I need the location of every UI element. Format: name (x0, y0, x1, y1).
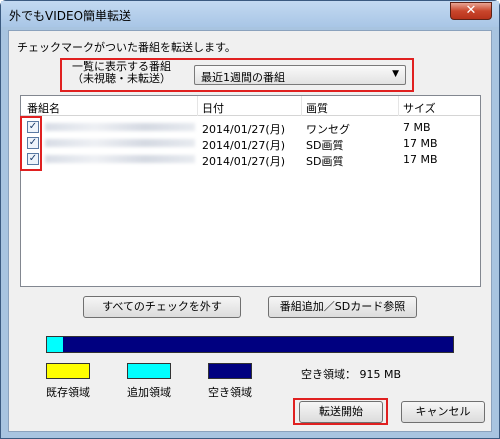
filter-select[interactable]: 最近1週間の番組 ▼ (194, 65, 406, 85)
instruction-text: チェックマークがついた番組を転送します。 (17, 41, 236, 54)
chevron-down-icon: ▼ (392, 69, 399, 79)
row-size: 7 MB (403, 121, 431, 134)
blurred-program-name (45, 123, 195, 131)
filter-select-value: 最近1週間の番組 (201, 71, 285, 84)
row-size: 17 MB (403, 137, 438, 150)
dialog-body: チェックマークがついた番組を転送します。 一覧に表示する番組 （未視聴・未転送）… (8, 30, 492, 432)
column-header-quality[interactable]: 画質 (306, 100, 328, 116)
close-button[interactable]: ✕ (450, 2, 492, 20)
checkbox-highlight (20, 116, 42, 171)
blurred-program-name (45, 155, 195, 163)
window-title: 外でもVIDEO簡単転送 (9, 9, 132, 23)
row-quality: SD画質 (306, 155, 344, 168)
column-header-date[interactable]: 日付 (202, 100, 224, 116)
legend-added-label: 追加領域 (127, 386, 171, 399)
cancel-button[interactable]: キャンセル (401, 401, 485, 423)
filter-label-line2: （未視聴・未転送） (72, 72, 171, 85)
column-divider[interactable] (197, 96, 198, 116)
blurred-program-name (45, 139, 195, 147)
start-transfer-button[interactable]: 転送開始 (299, 401, 383, 423)
storage-bar-added (47, 337, 64, 352)
title-bar[interactable]: 外でもVIDEO簡単転送 ✕ (1, 1, 499, 27)
storage-bar (46, 336, 454, 353)
table-row[interactable]: ✓ 2014/01/27(月) SD画質 17 MB (21, 151, 480, 168)
row-size: 17 MB (403, 153, 438, 166)
free-space-label: 空き領域： (301, 368, 356, 381)
column-header-size[interactable]: サイズ (403, 100, 436, 116)
column-header-name[interactable]: 番組名 (27, 100, 60, 116)
add-program-button[interactable]: 番組追加／SDカード参照 (268, 296, 417, 318)
table-row[interactable]: ✓ 2014/01/27(月) ワンセグ 7 MB (21, 119, 480, 136)
dialog-window: 外でもVIDEO簡単転送 ✕ チェックマークがついた番組を転送します。 一覧に表… (0, 0, 500, 439)
free-space-readout: 空き領域： 915 MB (301, 366, 401, 382)
free-space-value: 915 MB (359, 368, 402, 381)
row-date: 2014/01/27(月) (202, 155, 285, 168)
legend-free-swatch (208, 363, 252, 379)
table-row[interactable]: ✓ 2014/01/27(月) SD画質 17 MB (21, 135, 480, 152)
legend-existing-swatch (46, 363, 90, 379)
legend-added-swatch (127, 363, 171, 379)
column-divider[interactable] (301, 96, 302, 116)
legend-existing-label: 既存領域 (46, 386, 90, 399)
legend-free-label: 空き領域 (208, 386, 252, 399)
program-list[interactable]: 番組名 日付 画質 サイズ ✓ 2014/01/27(月) ワンセグ 7 MB … (20, 95, 481, 287)
column-divider[interactable] (398, 96, 399, 116)
uncheck-all-button[interactable]: すべてのチェックを外す (83, 296, 241, 318)
filter-label: 一覧に表示する番組 （未視聴・未転送） (72, 61, 171, 85)
list-header: 番組名 日付 画質 サイズ (21, 96, 480, 116)
